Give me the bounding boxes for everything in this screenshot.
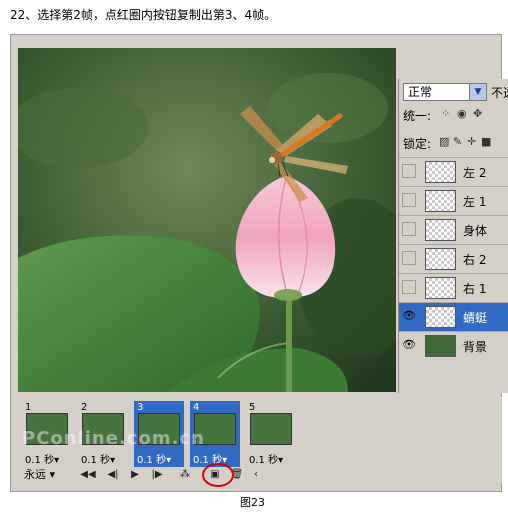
visibility-toggle[interactable] bbox=[402, 222, 416, 236]
play-icon[interactable]: ▶ bbox=[128, 468, 142, 481]
lock-label: 锁定: bbox=[403, 137, 432, 151]
frame-number: 3 bbox=[137, 402, 144, 413]
layer-name: 背景 bbox=[463, 340, 488, 354]
previous-frame-icon[interactable]: ◀| bbox=[104, 468, 122, 481]
lock-all-icon[interactable]: ■ bbox=[481, 135, 491, 148]
highlight-circle bbox=[202, 463, 234, 487]
visibility-toggle[interactable] bbox=[402, 251, 416, 265]
blend-mode-value: 正常 bbox=[408, 85, 433, 99]
layer-name: 右 1 bbox=[463, 282, 487, 296]
layer-thumbnail bbox=[425, 161, 456, 183]
loop-select[interactable]: 永远 ▾ bbox=[22, 468, 76, 481]
layer-name: 左 1 bbox=[463, 195, 487, 209]
chevron-down-icon[interactable]: ▼ bbox=[469, 84, 486, 100]
visibility-toggle[interactable] bbox=[402, 193, 416, 207]
layers-panel: 正常 ▼ 不透 统一: ⁘ ◉ ✥ 锁定: ▨ ✎ ✛ ■ 左 2 左 1 身体… bbox=[398, 79, 508, 393]
layer-row[interactable]: 右 2 bbox=[399, 244, 508, 273]
watermark: PConline.com.cn bbox=[22, 428, 205, 449]
lock-move-icon[interactable]: ✛ bbox=[467, 135, 476, 148]
layer-name: 左 2 bbox=[463, 166, 487, 180]
layer-row[interactable]: 左 2 bbox=[399, 157, 508, 186]
tween-icon[interactable]: ⁂ bbox=[176, 468, 194, 481]
lock-brush-icon[interactable]: ✎ bbox=[453, 135, 462, 148]
frame-number: 2 bbox=[81, 402, 88, 413]
layer-row-selected[interactable]: 👁 蜻蜓 bbox=[399, 302, 508, 331]
frame-delay[interactable]: 0.1 秒▾ bbox=[249, 451, 283, 466]
scroll-left-icon[interactable]: ‹ bbox=[250, 468, 262, 481]
frame-delay[interactable]: 0.1 秒▾ bbox=[25, 451, 59, 466]
eye-icon[interactable]: 👁 bbox=[402, 338, 416, 352]
blend-mode-select[interactable]: 正常 ▼ bbox=[403, 83, 487, 101]
layer-row[interactable]: 右 1 bbox=[399, 273, 508, 302]
layer-name: 右 2 bbox=[463, 253, 487, 267]
visibility-toggle[interactable] bbox=[402, 280, 416, 294]
layer-row[interactable]: 👁 背景 bbox=[399, 331, 508, 360]
document-canvas[interactable] bbox=[18, 48, 396, 392]
lock-transparency-icon[interactable]: ▨ bbox=[439, 135, 449, 148]
first-frame-icon[interactable]: ◀◀ bbox=[78, 468, 98, 481]
frame-delay[interactable]: 0.1 秒▾ bbox=[81, 451, 115, 466]
layer-thumbnail bbox=[425, 248, 456, 270]
layer-row[interactable]: 左 1 bbox=[399, 186, 508, 215]
layer-row[interactable]: 身体 bbox=[399, 215, 508, 244]
instruction-text: 22、选择第2帧，点红圈内按钮复制出第3、4帧。 bbox=[10, 8, 277, 22]
frame-number: 1 bbox=[25, 402, 32, 413]
canvas-image bbox=[18, 48, 396, 392]
layer-thumbnail bbox=[425, 190, 456, 212]
unify-style-icon[interactable]: ✥ bbox=[473, 107, 482, 120]
opacity-label: 不透 bbox=[491, 86, 508, 100]
animation-frame[interactable]: 5 0.1 秒▾ bbox=[246, 401, 296, 467]
loop-value: 永远 bbox=[24, 468, 46, 481]
unify-visibility-icon[interactable]: ◉ bbox=[457, 107, 467, 120]
layer-thumbnail bbox=[425, 306, 456, 328]
layer-thumbnail bbox=[425, 335, 456, 357]
unify-position-icon[interactable]: ⁘ bbox=[441, 107, 450, 120]
frame-number: 4 bbox=[193, 402, 200, 413]
next-frame-icon[interactable]: |▶ bbox=[148, 468, 166, 481]
layer-thumbnail bbox=[425, 277, 456, 299]
eye-icon[interactable]: 👁 bbox=[402, 309, 416, 323]
visibility-toggle[interactable] bbox=[402, 164, 416, 178]
frame-delay[interactable]: 0.1 秒▾ bbox=[137, 451, 171, 466]
frame-thumbnail bbox=[250, 413, 292, 445]
layer-thumbnail bbox=[425, 219, 456, 241]
frame-number: 5 bbox=[249, 402, 256, 413]
figure-caption: 图23 bbox=[240, 496, 265, 509]
layer-name: 蜻蜓 bbox=[463, 311, 488, 325]
unify-label: 统一: bbox=[403, 109, 432, 123]
layer-name: 身体 bbox=[463, 224, 488, 238]
